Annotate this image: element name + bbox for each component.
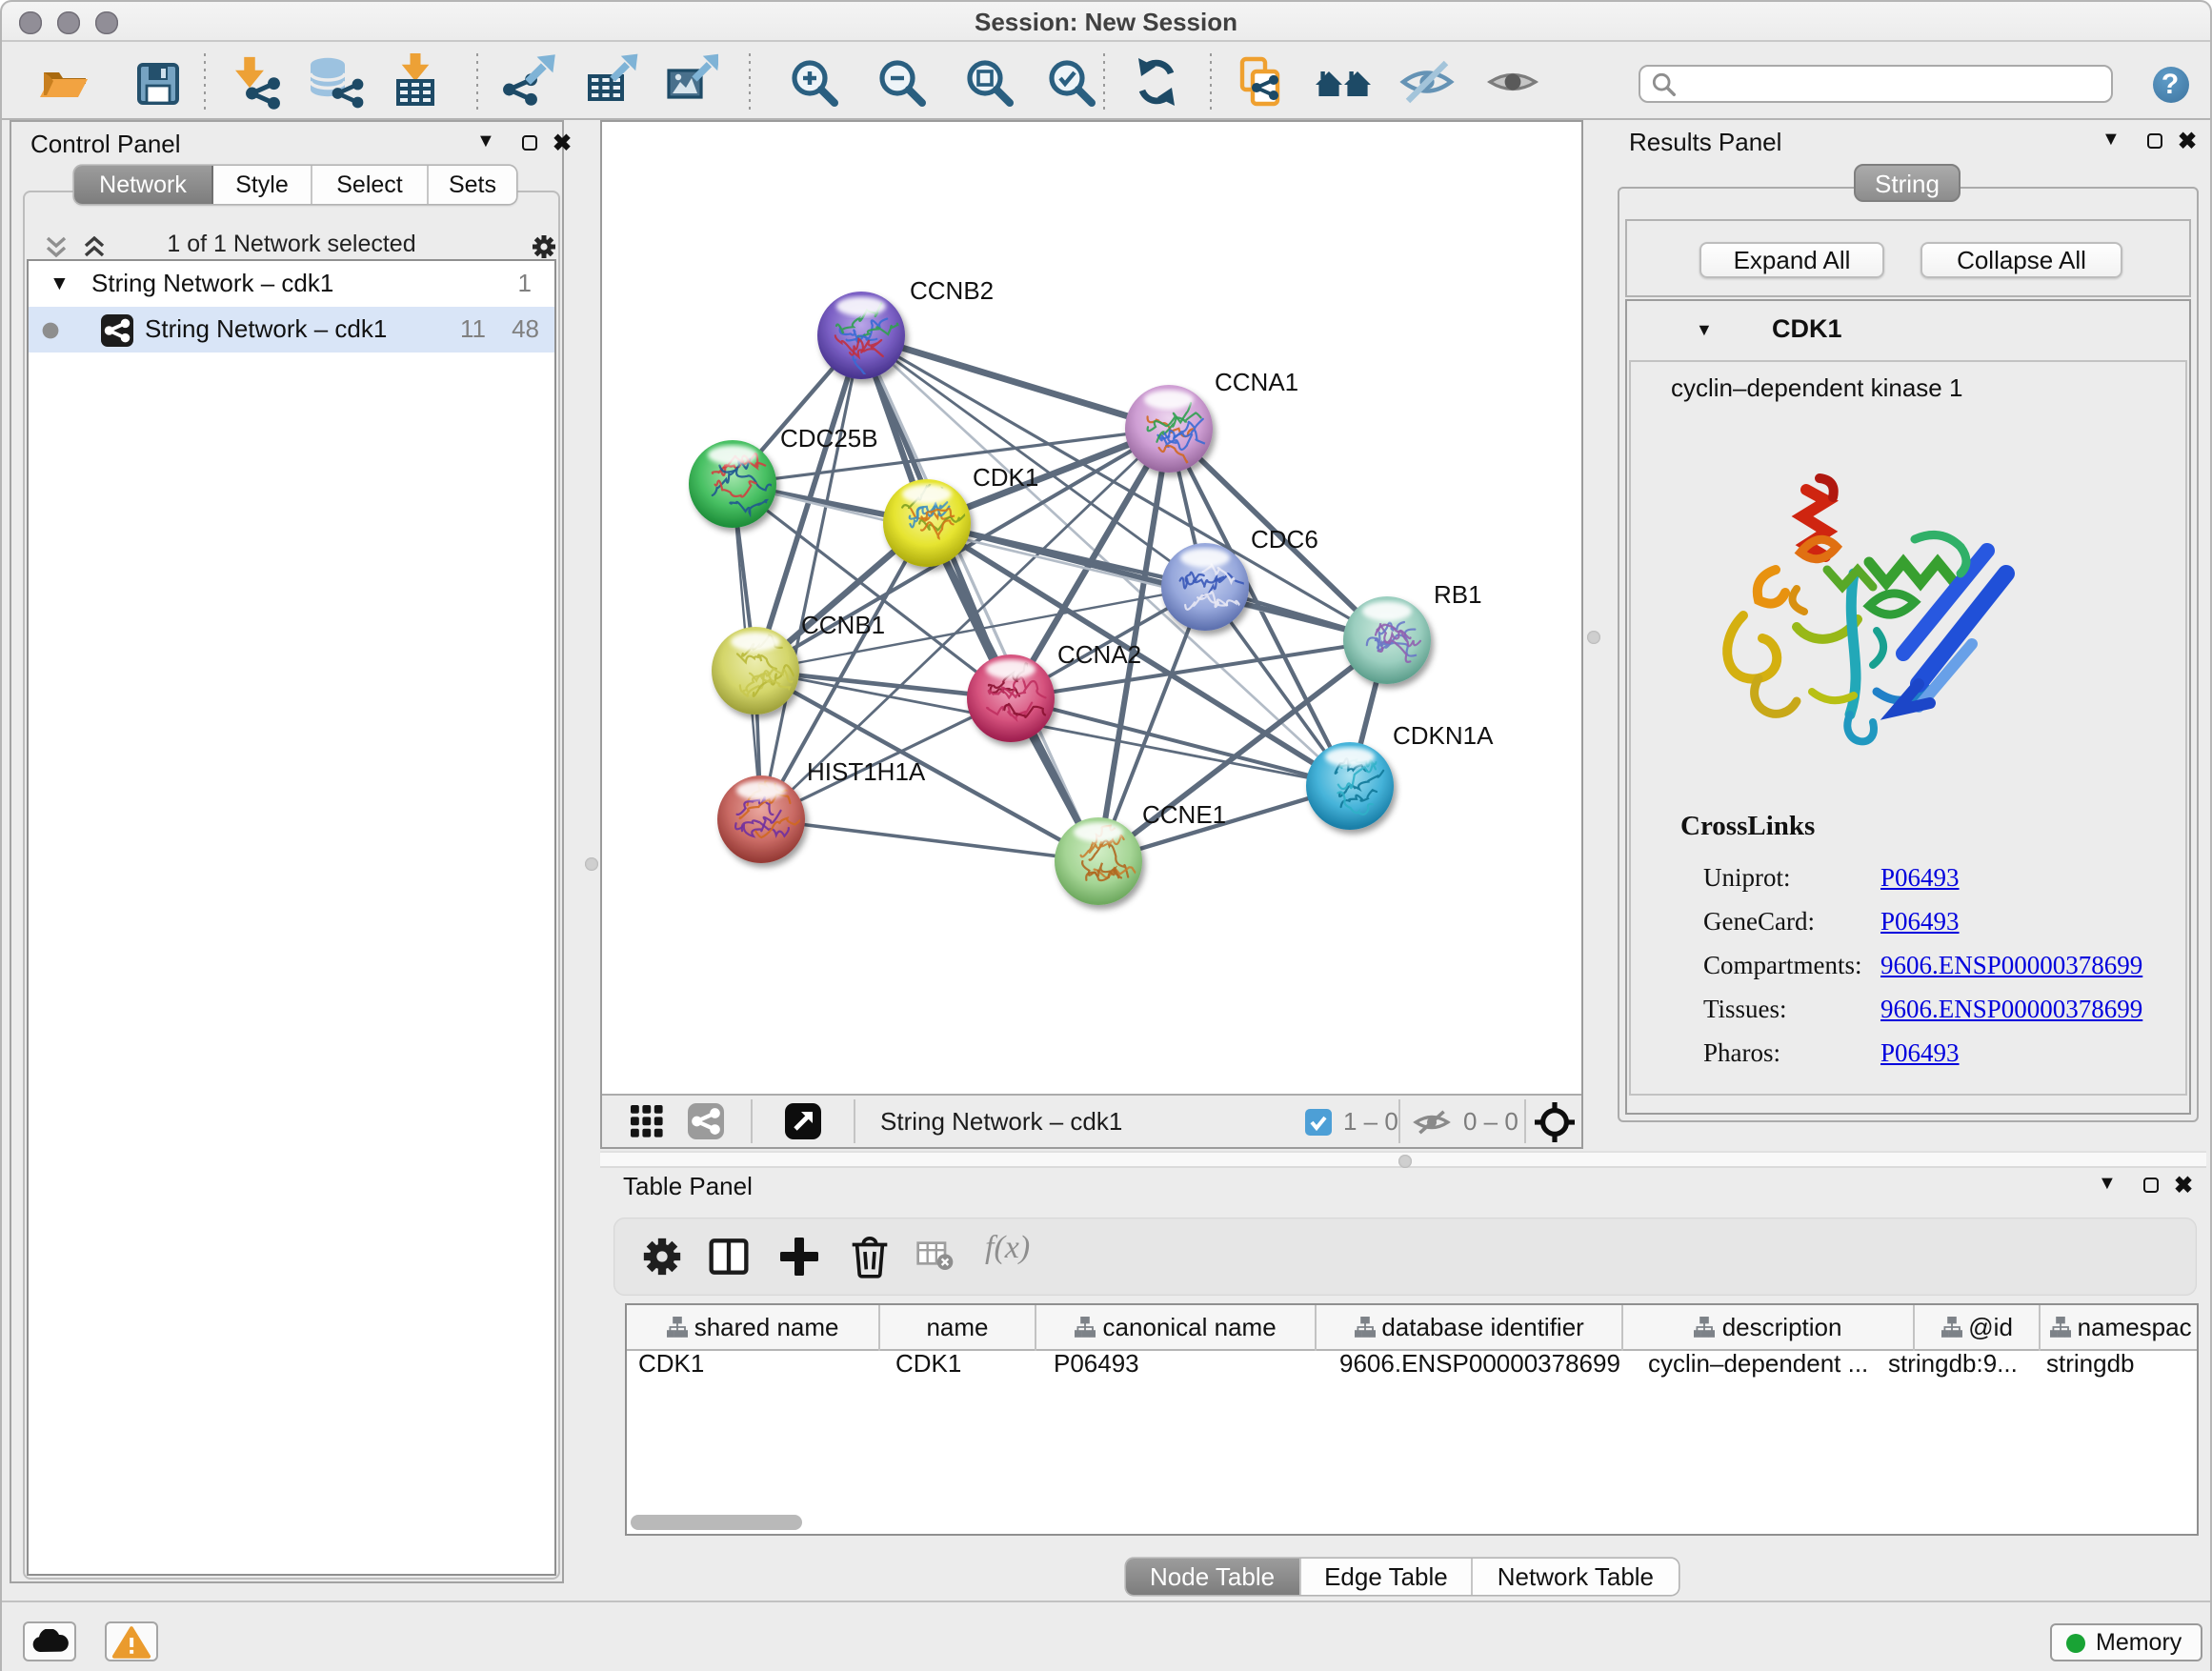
svg-text:CDC6: CDC6 xyxy=(1251,525,1318,554)
svg-text:CCNE1: CCNE1 xyxy=(1142,800,1226,829)
svg-text:HIST1H1A: HIST1H1A xyxy=(807,757,926,786)
svg-text:CCNB2: CCNB2 xyxy=(910,276,994,305)
svg-text:CDC25B: CDC25B xyxy=(780,424,878,453)
svg-text:CCNA1: CCNA1 xyxy=(1215,368,1298,396)
svg-text:CDK1: CDK1 xyxy=(973,463,1038,492)
svg-text:RB1: RB1 xyxy=(1434,580,1482,609)
svg-text:CCNA2: CCNA2 xyxy=(1057,640,1141,669)
svg-text:CCNB1: CCNB1 xyxy=(801,611,885,639)
svg-text:CDKN1A: CDKN1A xyxy=(1393,721,1494,750)
